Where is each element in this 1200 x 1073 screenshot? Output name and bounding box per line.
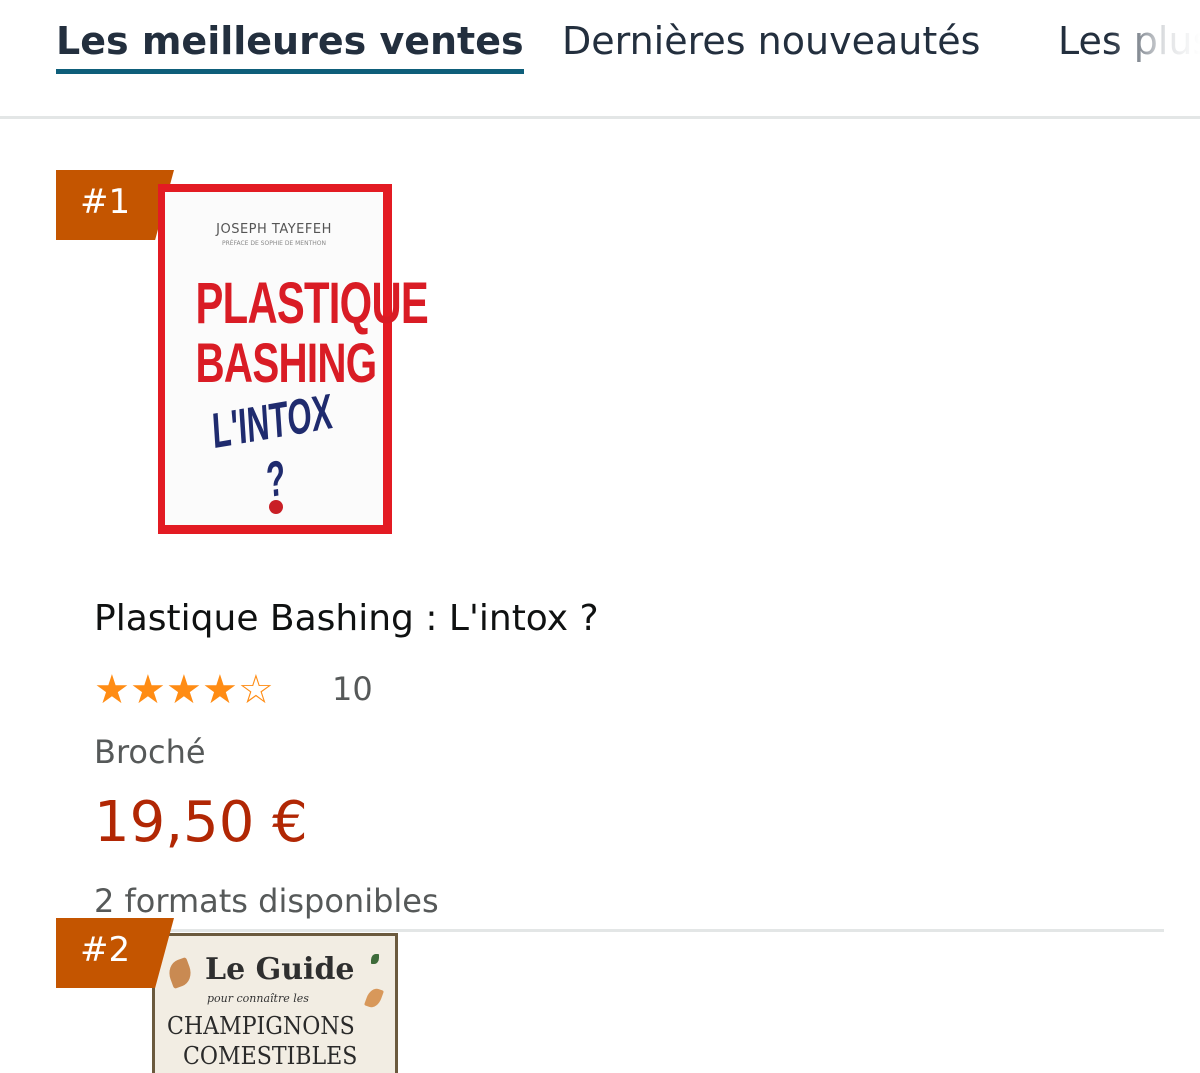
cover-preface: PRÉFACE DE SOPHIE DE MENTHON bbox=[222, 240, 326, 247]
book-cover: JOSEPH TAYEFEH PRÉFACE DE SOPHIE DE MENT… bbox=[165, 192, 429, 525]
product-title-link[interactable]: Plastique Bashing : L'intox ? bbox=[94, 598, 599, 639]
tab-new-releases[interactable]: Dernières nouveautés bbox=[562, 18, 980, 64]
star-full-icon: ★ bbox=[166, 667, 202, 713]
leaf-icon bbox=[364, 986, 384, 1010]
cover-title: Le Guide bbox=[205, 952, 355, 987]
other-formats-link[interactable]: 2 formats disponibles bbox=[94, 882, 439, 920]
product-format: Broché bbox=[94, 733, 206, 771]
product-image[interactable]: Le Guide pour connaître les CHAMPIGNONS … bbox=[152, 933, 398, 1073]
tab-best-sellers[interactable]: Les meilleures ventes bbox=[56, 18, 524, 74]
rating-count: 10 bbox=[332, 670, 373, 708]
cover-title-line: L'INTOX ? bbox=[210, 383, 334, 509]
rank-badge: #2 bbox=[56, 918, 174, 988]
tab-label: Dernières nouveautés bbox=[562, 19, 981, 63]
category-tabs: Les meilleures ventes Dernières nouveaut… bbox=[0, 0, 1200, 119]
cover-title-line: CHAMPIGNONS bbox=[167, 1012, 355, 1040]
active-tab-indicator bbox=[56, 69, 524, 74]
product-image[interactable]: JOSEPH TAYEFEH PRÉFACE DE SOPHIE DE MENT… bbox=[158, 184, 429, 534]
leaf-icon bbox=[371, 954, 379, 964]
rank-label: #2 bbox=[80, 930, 131, 970]
star-empty-icon: ☆ bbox=[238, 667, 274, 713]
cover-author: JOSEPH TAYEFEH bbox=[216, 222, 332, 237]
star-full-icon: ★ bbox=[202, 667, 238, 713]
product-price: 19,50 € bbox=[94, 790, 308, 855]
cover-title-line: PLASTIQUE bbox=[195, 271, 429, 336]
star-full-icon: ★ bbox=[94, 667, 130, 713]
leaf-icon bbox=[165, 957, 195, 989]
rank-badge: #1 bbox=[56, 170, 174, 240]
divider bbox=[94, 929, 1164, 932]
cover-title-line: COMESTIBLES bbox=[183, 1042, 358, 1070]
publisher-logo-icon bbox=[269, 500, 283, 514]
tab-label: Les meilleures ventes bbox=[56, 19, 524, 63]
tabs-scroll-fade bbox=[1110, 0, 1200, 112]
cover-subtitle: pour connaître les bbox=[207, 992, 309, 1005]
star-full-icon: ★ bbox=[130, 667, 166, 713]
rank-label: #1 bbox=[80, 182, 131, 222]
